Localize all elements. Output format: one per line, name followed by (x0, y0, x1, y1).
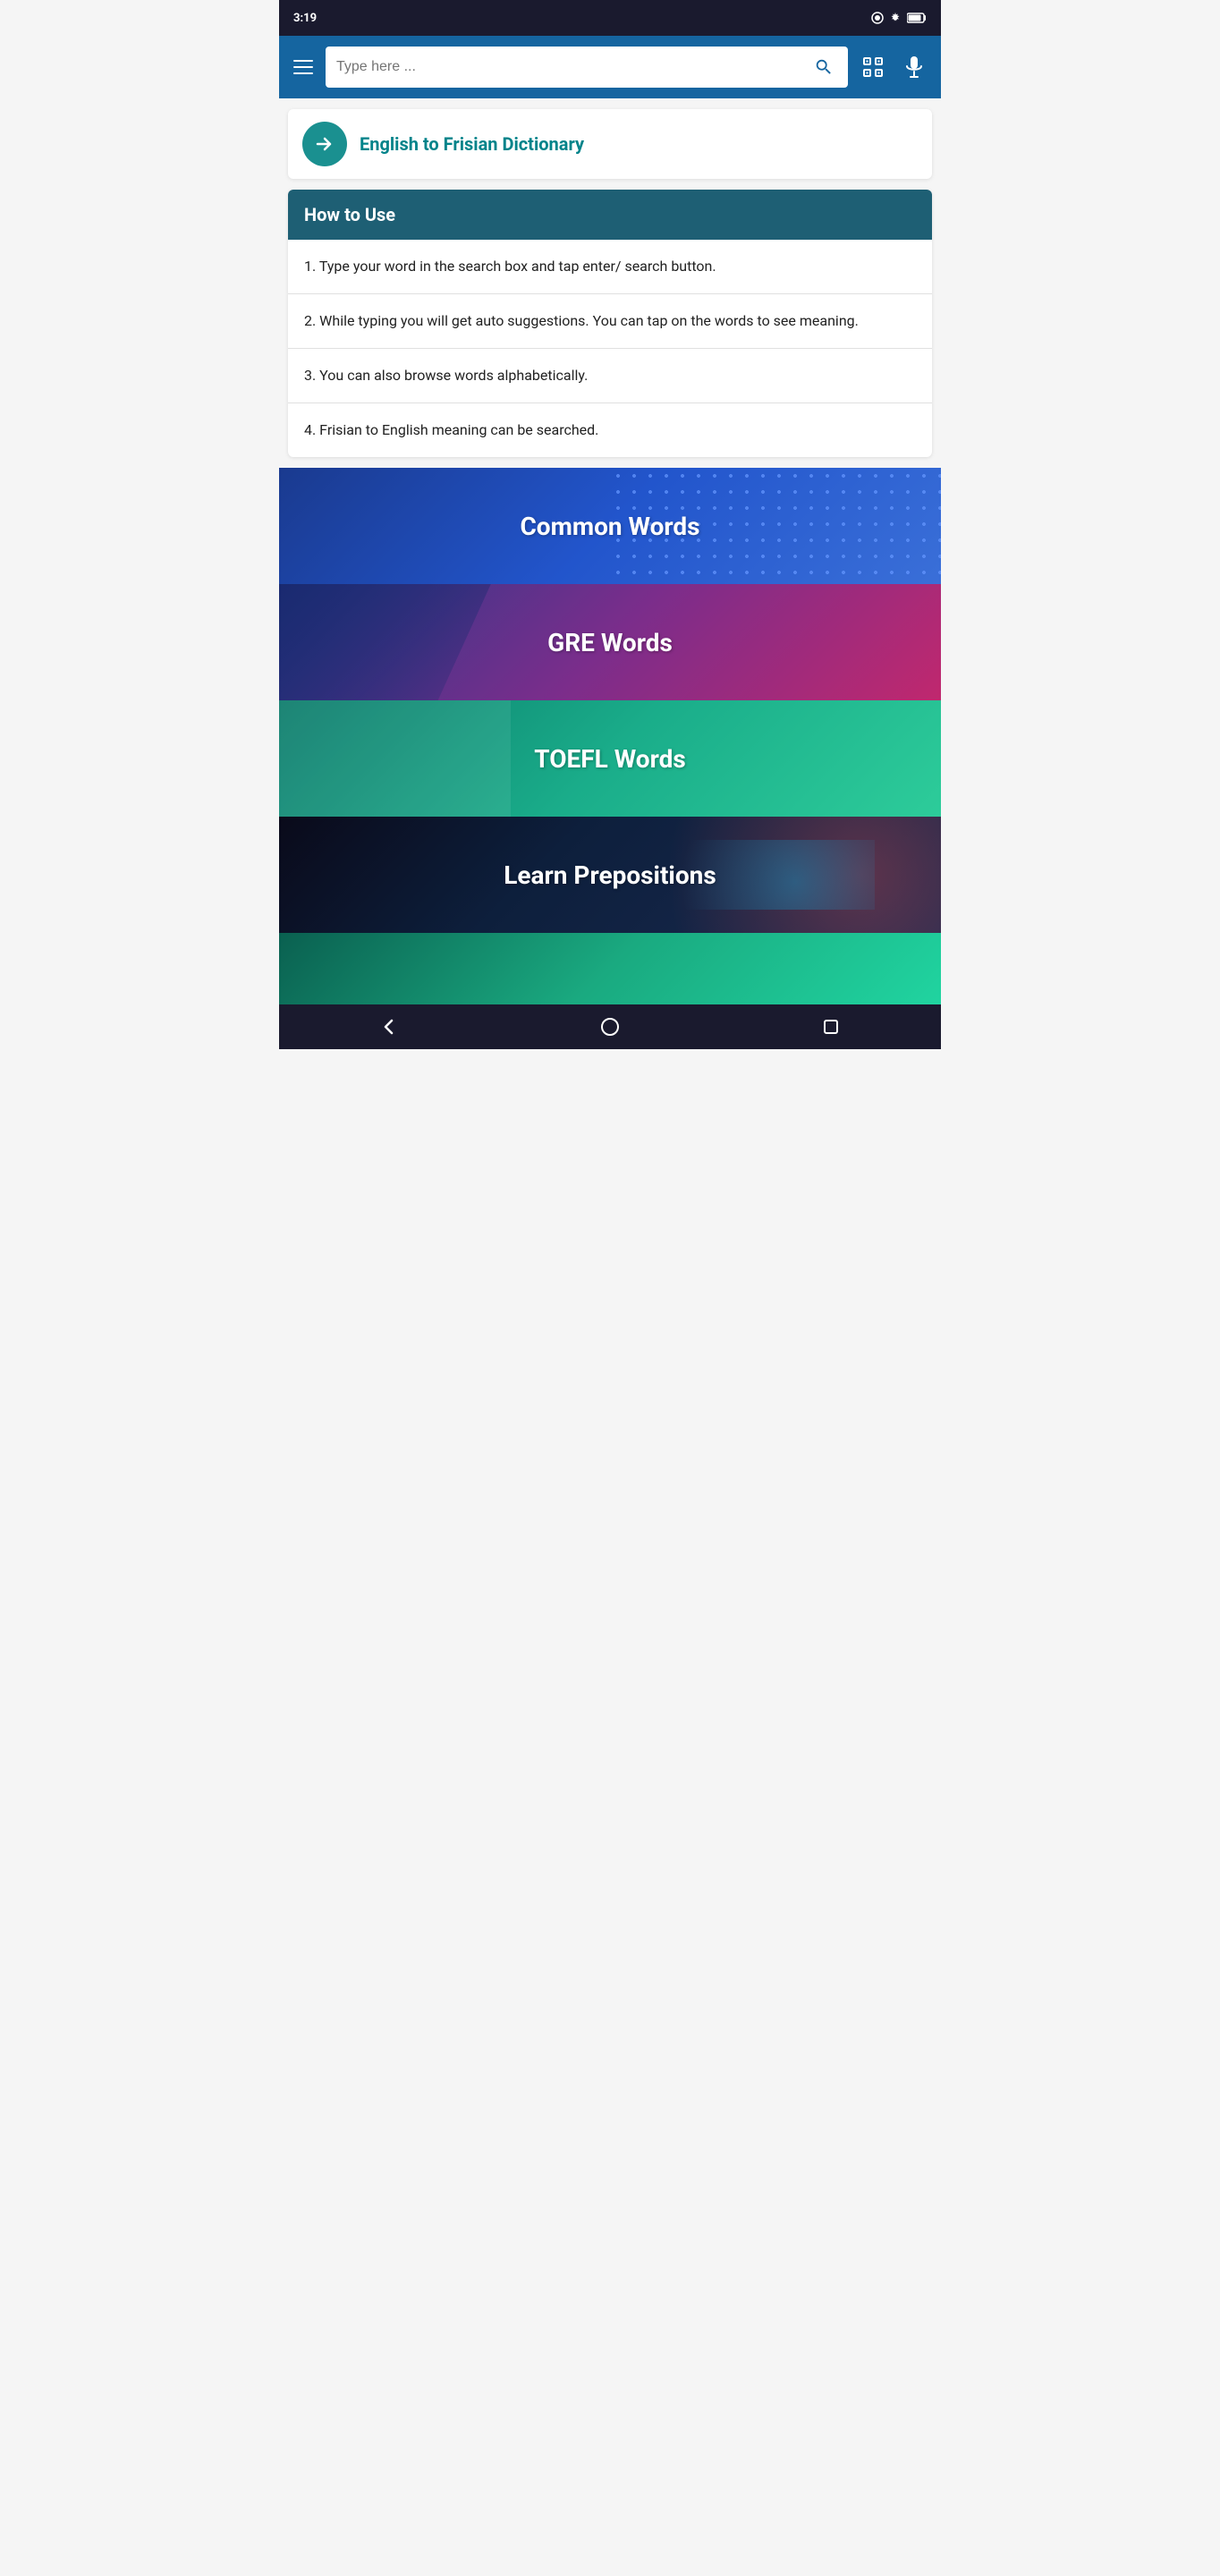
common-words-label: Common Words (520, 512, 699, 541)
microphone-icon (904, 55, 924, 79)
search-button[interactable] (810, 54, 837, 80)
toefl-words-banner[interactable]: TOEFL Words (279, 700, 941, 817)
menu-button[interactable] (290, 56, 317, 78)
search-input[interactable] (336, 59, 810, 75)
fifth-category-banner[interactable] (279, 933, 941, 1004)
header-right-icons (857, 51, 930, 83)
gre-words-label: GRE Words (547, 628, 673, 657)
header (279, 36, 941, 98)
recent-button[interactable] (804, 1009, 858, 1045)
back-icon (379, 1017, 399, 1037)
banners-container: Common Words GRE Words TOEFL Words Learn… (279, 468, 941, 1004)
how-to-use-header: How to Use (288, 190, 932, 240)
learn-prepositions-label: Learn Prepositions (504, 860, 716, 890)
dict-arrow-circle (302, 122, 347, 166)
arrow-right-icon (313, 132, 336, 156)
home-icon (600, 1017, 620, 1037)
microphone-button[interactable] (898, 51, 930, 83)
how-to-use-title: How to Use (304, 204, 395, 225)
home-button[interactable] (583, 1009, 637, 1045)
recent-icon (821, 1017, 841, 1037)
settings-icon (889, 12, 902, 24)
scan-button[interactable] (857, 51, 889, 83)
common-words-banner[interactable]: Common Words (279, 468, 941, 584)
learn-prepositions-banner[interactable]: Learn Prepositions (279, 817, 941, 933)
back-button[interactable] (362, 1009, 416, 1045)
nav-bar (279, 1004, 941, 1049)
instruction-3: 3. You can also browse words alphabetica… (288, 349, 932, 403)
instruction-2: 2. While typing you will get auto sugges… (288, 294, 932, 349)
dict-banner[interactable]: English to Frisian Dictionary (288, 109, 932, 179)
search-icon (814, 57, 834, 77)
how-to-use-body: 1. Type your word in the search box and … (288, 240, 932, 457)
scan-icon (861, 55, 885, 79)
status-bar: 3:19 (279, 0, 941, 36)
status-time: 3:19 (293, 12, 317, 25)
instruction-1: 1. Type your word in the search box and … (288, 240, 932, 294)
battery-icon (907, 13, 927, 23)
notification-icon (871, 12, 884, 24)
how-to-use-card: How to Use 1. Type your word in the sear… (288, 190, 932, 457)
status-icons (871, 12, 927, 24)
instruction-4: 4. Frisian to English meaning can be sea… (288, 403, 932, 457)
gre-words-banner[interactable]: GRE Words (279, 584, 941, 700)
toefl-words-label: TOEFL Words (534, 744, 686, 774)
dict-title: English to Frisian Dictionary (360, 133, 584, 155)
search-container (326, 47, 848, 88)
